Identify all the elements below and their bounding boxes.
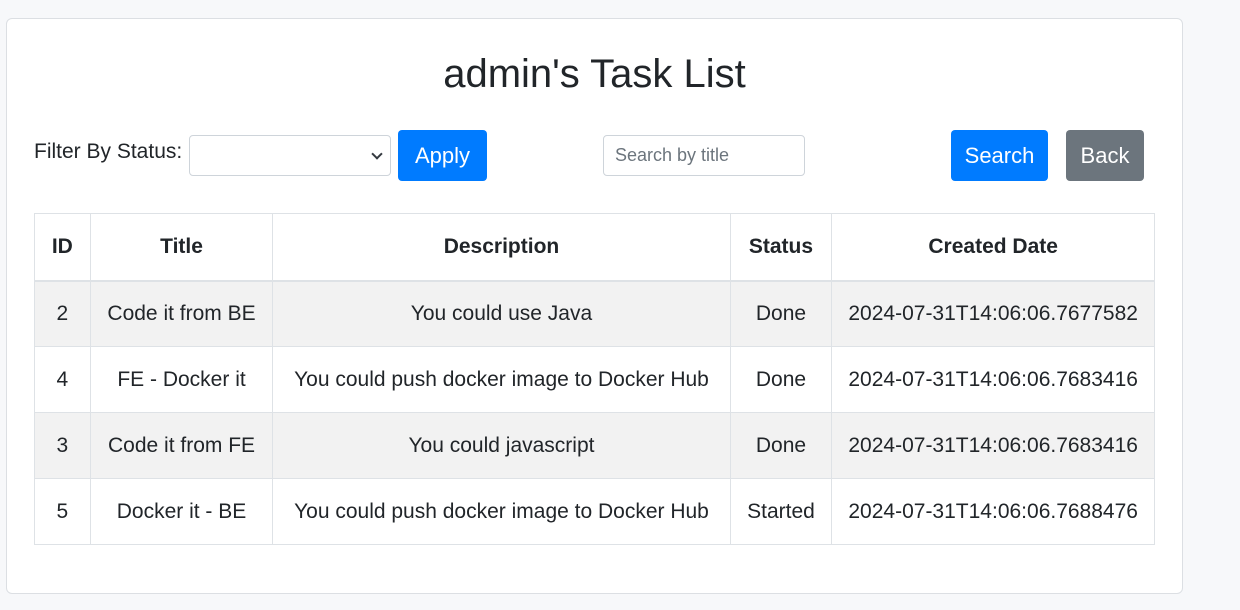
cell-title: FE - Docker it bbox=[89, 346, 274, 413]
back-button[interactable]: Back bbox=[1066, 130, 1144, 181]
column-header-title: Title bbox=[89, 213, 274, 282]
cell-title: Code it from BE bbox=[89, 280, 274, 347]
cell-description: You could push docker image to Docker Hu… bbox=[272, 346, 731, 413]
column-header-status: Status bbox=[729, 213, 833, 282]
column-header-id: ID bbox=[34, 213, 91, 282]
cell-id: 4 bbox=[34, 346, 91, 413]
table-row: 2 Code it from BE You could use Java Don… bbox=[34, 280, 1155, 347]
chevron-down-icon bbox=[371, 148, 383, 160]
cell-created-date: 2024-07-31T14:06:06.7683416 bbox=[831, 412, 1155, 479]
search-button[interactable]: Search bbox=[951, 130, 1048, 181]
column-header-description: Description bbox=[272, 213, 731, 282]
table-row: 3 Code it from FE You could javascript D… bbox=[34, 412, 1155, 479]
cell-status: Done bbox=[729, 412, 833, 479]
page-title: admin's Task List bbox=[443, 52, 746, 96]
table-row: 5 Docker it - BE You could push docker i… bbox=[34, 478, 1155, 545]
cell-status: Done bbox=[729, 346, 833, 413]
cell-title: Docker it - BE bbox=[89, 478, 274, 545]
cell-description: You could push docker image to Docker Hu… bbox=[272, 478, 731, 545]
cell-status: Started bbox=[729, 478, 833, 545]
cell-id: 2 bbox=[34, 280, 91, 347]
cell-id: 5 bbox=[34, 478, 91, 545]
cell-description: You could javascript bbox=[272, 412, 731, 479]
cell-id: 3 bbox=[34, 412, 91, 479]
table-row: 4 FE - Docker it You could push docker i… bbox=[34, 346, 1155, 413]
tasks-table: ID Title Description Status Created Date… bbox=[34, 213, 1155, 545]
cell-created-date: 2024-07-31T14:06:06.7683416 bbox=[831, 346, 1155, 413]
table-header-row: ID Title Description Status Created Date bbox=[34, 213, 1155, 282]
status-select[interactable] bbox=[189, 135, 391, 176]
cell-created-date: 2024-07-31T14:06:06.7688476 bbox=[831, 478, 1155, 545]
search-input[interactable] bbox=[603, 135, 805, 176]
filter-by-status-label: Filter By Status: bbox=[34, 140, 183, 163]
cell-description: You could use Java bbox=[272, 280, 731, 347]
apply-button[interactable]: Apply bbox=[398, 130, 487, 181]
cell-status: Done bbox=[729, 280, 833, 347]
cell-title: Code it from FE bbox=[89, 412, 274, 479]
column-header-created-date: Created Date bbox=[831, 213, 1155, 282]
cell-created-date: 2024-07-31T14:06:06.7677582 bbox=[831, 280, 1155, 347]
